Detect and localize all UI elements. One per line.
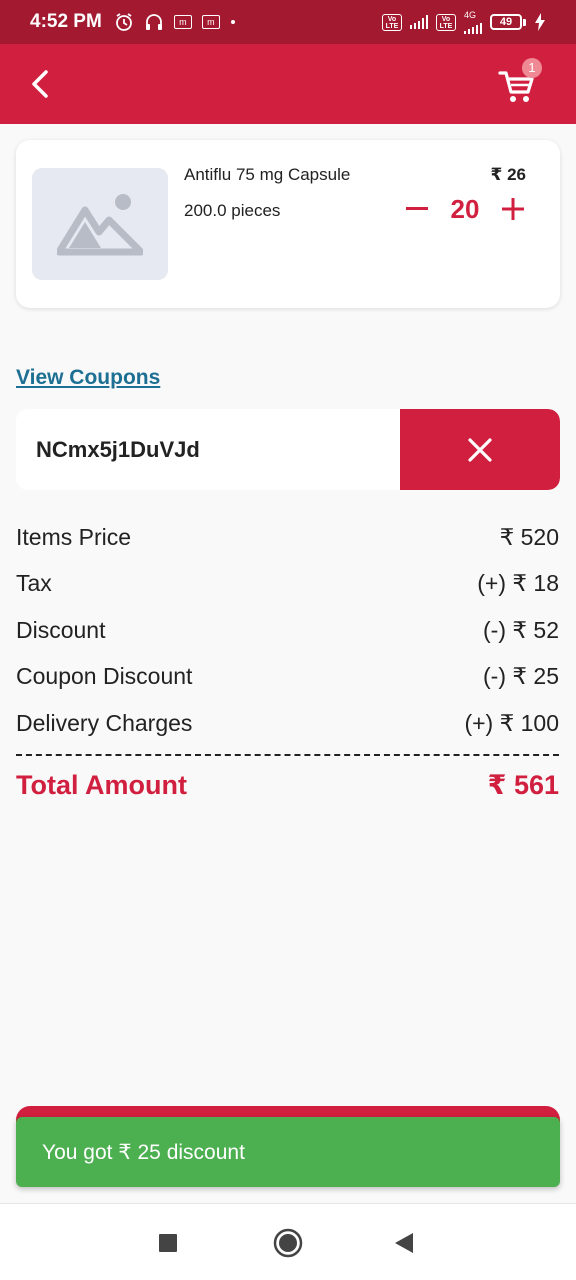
- home-button[interactable]: [271, 1226, 305, 1260]
- remove-coupon-button[interactable]: [400, 409, 560, 490]
- increase-quantity-button[interactable]: [500, 192, 526, 226]
- status-bar: 4:52 PM m m Vo LTE Vo LTE 4G 49: [0, 0, 576, 44]
- back-nav-button[interactable]: [387, 1226, 421, 1260]
- signal-icon: [464, 20, 482, 34]
- circle-icon: [273, 1228, 303, 1258]
- back-button[interactable]: [20, 64, 60, 104]
- status-time: 4:52 PM: [30, 11, 102, 32]
- summary-label: Discount: [16, 616, 106, 643]
- summary-label: Items Price: [16, 523, 132, 550]
- product-price: ₹ 26: [490, 165, 526, 184]
- volte-icon: Vo LTE: [436, 13, 456, 31]
- summary-row-delivery-charges: Delivery Charges (+) ₹ 100: [16, 700, 559, 747]
- quantity-stepper: 20: [404, 192, 526, 226]
- back-arrow-icon: [32, 70, 48, 98]
- summary-value: ₹ 520: [499, 523, 559, 550]
- snackbar-message: You got ₹ 25 discount: [42, 1140, 245, 1164]
- summary-row-items-price: Items Price ₹ 520: [16, 514, 559, 561]
- summary-label: Coupon Discount: [16, 663, 193, 690]
- discount-snackbar: You got ₹ 25 discount: [16, 1117, 560, 1187]
- cart-button[interactable]: 1: [496, 58, 542, 104]
- summary-row-tax: Tax (+) ₹ 18: [16, 561, 559, 608]
- total-amount-row: Total Amount ₹ 561: [16, 756, 559, 816]
- app-notification-icon: m: [201, 15, 220, 29]
- triangle-back-icon: [395, 1233, 413, 1253]
- summary-value: (-) ₹ 52: [483, 616, 559, 643]
- volte-icon: Vo LTE: [382, 13, 402, 31]
- network-type-label: 4G: [464, 9, 477, 20]
- alarm-icon: [114, 12, 134, 32]
- signal-icon: [410, 15, 428, 29]
- price-summary: Items Price ₹ 520 Tax (+) ₹ 18 Discount …: [16, 514, 559, 816]
- summary-value: (-) ₹ 25: [483, 663, 559, 690]
- app-bar: 1: [0, 44, 576, 124]
- charging-icon: [534, 13, 546, 31]
- product-pack-size: 200.0 pieces: [184, 201, 281, 220]
- close-icon: [468, 437, 492, 462]
- summary-label: Tax: [16, 570, 52, 597]
- total-value: ₹ 561: [487, 770, 559, 800]
- headset-icon: [144, 12, 164, 32]
- total-label: Total Amount: [16, 770, 187, 800]
- square-icon: [159, 1234, 177, 1252]
- cart-item-card: Antiflu 75 mg Capsule 200.0 pieces ₹ 26 …: [16, 140, 560, 308]
- notification-icons: m m: [114, 12, 236, 32]
- minus-icon: [406, 207, 428, 210]
- summary-row-discount: Discount (-) ₹ 52: [16, 607, 559, 654]
- dot-icon: [230, 19, 236, 25]
- view-coupons-link[interactable]: View Coupons: [16, 366, 160, 390]
- summary-value: (+) ₹ 100: [464, 709, 559, 736]
- coupon-row: [16, 409, 560, 490]
- image-placeholder-icon: [57, 194, 143, 256]
- product-name: Antiflu 75 mg Capsule: [184, 165, 351, 184]
- battery-icon: 49: [490, 14, 526, 30]
- product-image-placeholder: [32, 168, 168, 280]
- cart-badge: 1: [522, 58, 542, 78]
- summary-value: (+) ₹ 18: [477, 570, 559, 597]
- summary-row-coupon-discount: Coupon Discount (-) ₹ 25: [16, 654, 559, 701]
- plus-icon: [502, 198, 524, 220]
- decrease-quantity-button[interactable]: [404, 192, 430, 226]
- app-notification-icon: m: [173, 15, 192, 29]
- battery-level: 49: [490, 14, 522, 30]
- system-navigation-bar: [0, 1203, 576, 1280]
- quantity-value: 20: [450, 193, 480, 224]
- summary-label: Delivery Charges: [16, 709, 193, 736]
- coupon-code-input[interactable]: [16, 409, 400, 490]
- network-type-icon: 4G: [464, 9, 482, 34]
- system-icons: Vo LTE Vo LTE 4G 49: [382, 9, 546, 34]
- recents-button[interactable]: [151, 1226, 185, 1260]
